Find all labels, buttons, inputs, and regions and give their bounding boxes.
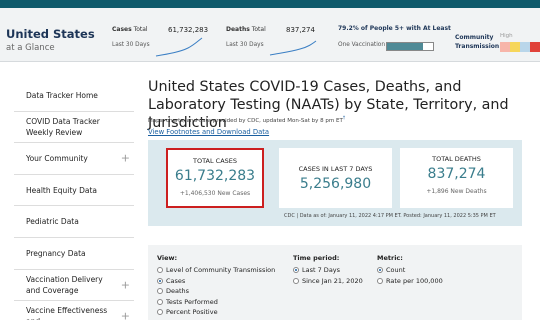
view-option[interactable]: Tests Performed (157, 297, 275, 308)
sidebar-item-label: Vaccination Delivery and Coverage (26, 274, 103, 295)
metric-filter-group: Metric: Count Rate per 100,000 (377, 254, 443, 286)
transmission-swatch-substantial[interactable] (520, 42, 530, 52)
total-cases-card: TOTAL CASES 61,732,283 +1,406,530 New Ca… (166, 148, 264, 208)
data-as-of-text: CDC | Data as of: January 11, 2022 4:17 … (284, 213, 496, 219)
deaths-stat-sub: Last 30 Days (226, 42, 264, 48)
radio-button[interactable] (377, 267, 383, 274)
radio-button[interactable] (293, 277, 299, 284)
transmission-high-label: High (500, 33, 513, 39)
time-period-option[interactable]: Since Jan 21, 2020 (293, 276, 363, 287)
view-filter-group: View: Level of Community Transmission Ca… (157, 254, 275, 318)
sidebar-item-weekly-review[interactable]: COVID Data Tracker Weekly Review (14, 112, 134, 144)
glance-subtitle: at a Glance (6, 43, 55, 53)
glance-title: United States (6, 27, 95, 41)
footnotes-link[interactable]: View Footnotes and Download Data (148, 128, 269, 136)
cases-last-7-days-card: CASES IN LAST 7 DAYS 5,256,980 (279, 148, 392, 208)
sidebar-item-vaccine-effectiveness[interactable]: Vaccine Effectiveness and + (14, 301, 134, 320)
total-deaths-card: TOTAL DEATHS 837,274 +1,896 New Deaths (400, 148, 513, 208)
filter-panel: View: Level of Community Transmission Ca… (148, 245, 522, 320)
sidebar-item-pediatric[interactable]: Pediatric Data (14, 206, 134, 238)
radio-button[interactable] (157, 288, 163, 295)
deaths-stat[interactable]: Deaths Total 837,274 Last 30 Days (226, 26, 317, 60)
view-option[interactable]: Cases (157, 276, 275, 287)
radio-button[interactable] (157, 277, 163, 284)
metric-option[interactable]: Rate per 100,000 (377, 276, 443, 287)
view-option[interactable]: Level of Community Transmission (157, 265, 275, 276)
transmission-label: Community Transmission (455, 34, 500, 50)
sidebar-item-label: Vaccine Effectiveness and (26, 306, 108, 320)
sidebar-item-label: COVID Data Tracker Weekly Review (26, 116, 100, 137)
total-deaths-value: 837,274 (427, 166, 486, 182)
deaths-stat-value: 837,274 (286, 26, 315, 34)
transmission-swatch-high[interactable] (530, 42, 540, 52)
time-period-filter-group: Time period: Last 7 Days Since Jan 21, 2… (293, 254, 363, 286)
at-a-glance-bar: United States at a Glance Cases Total 61… (0, 8, 540, 62)
cases-stat[interactable]: Cases Total 61,732,283 Last 30 Days (112, 26, 208, 60)
cases-stat-sub: Last 30 Days (112, 42, 150, 48)
metric-heading: Metric: (377, 254, 403, 262)
sidebar-item-health-equity[interactable]: Health Equity Data (14, 175, 134, 207)
sidebar-item-data-tracker-home[interactable]: Data Tracker Home (14, 80, 134, 112)
sidebar-item-label: Pediatric Data (26, 217, 79, 227)
view-option[interactable]: Deaths (157, 286, 275, 297)
total-cases-value: 61,732,283 (174, 168, 256, 184)
radio-button[interactable] (157, 267, 163, 274)
view-option[interactable]: Percent Positive (157, 307, 275, 318)
radio-button[interactable] (157, 309, 163, 316)
top-banner (0, 0, 540, 8)
cases-stat-value: 61,732,283 (168, 26, 209, 34)
view-heading: View: (157, 254, 178, 262)
sidebar-item-label: Health Equity Data (26, 185, 98, 195)
total-deaths-title: TOTAL DEATHS (432, 155, 481, 163)
expand-plus-icon[interactable]: + (121, 311, 130, 320)
sidebar-nav: Data Tracker Home COVID Data Tracker Wee… (14, 80, 134, 320)
vaccination-label: 79.2% of People 5+ with At Least (338, 25, 451, 32)
radio-button[interactable] (157, 298, 163, 305)
new-deaths-text: +1,896 New Deaths (426, 188, 487, 195)
radio-button[interactable] (377, 277, 383, 284)
sidebar-item-your-community[interactable]: Your Community + (14, 143, 134, 175)
vaccination-progress[interactable] (386, 42, 434, 51)
cases-last-7-value: 5,256,980 (299, 176, 372, 192)
total-cases-title: TOTAL CASES (192, 157, 238, 165)
vaccination-progress-fill (387, 43, 424, 50)
new-cases-text: +1,406,530 New Cases (179, 190, 251, 197)
cases-last-7-title: CASES IN LAST 7 DAYS (298, 165, 373, 173)
transmission-swatch-low[interactable] (500, 42, 510, 52)
expand-plus-icon[interactable]: + (121, 279, 130, 290)
vaccination-sublabel: One Vaccination (338, 42, 386, 48)
time-period-heading: Time period: (293, 254, 340, 262)
expand-plus-icon[interactable]: + (121, 153, 130, 164)
maps-attribution: Maps, charts, and data provided by CDC, … (148, 116, 346, 124)
metric-option[interactable]: Count (377, 265, 443, 276)
sidebar-item-vaccination-delivery[interactable]: Vaccination Delivery and Coverage + (14, 270, 134, 302)
time-period-option[interactable]: Last 7 Days (293, 265, 363, 276)
summary-panel: TOTAL CASES 61,732,283 +1,406,530 New Ca… (148, 140, 522, 226)
radio-button[interactable] (293, 267, 299, 274)
sidebar-item-label: Your Community (26, 153, 88, 163)
transmission-swatch-moderate[interactable] (510, 42, 520, 52)
cases-sparkline (155, 37, 203, 57)
page-title: United States COVID-19 Cases, Deaths, an… (148, 79, 509, 131)
deaths-sparkline (269, 40, 317, 56)
sidebar-item-pregnancy[interactable]: Pregnancy Data (14, 238, 134, 270)
sidebar-item-label: Pregnancy Data (26, 248, 86, 258)
sidebar-item-label: Data Tracker Home (26, 90, 98, 100)
